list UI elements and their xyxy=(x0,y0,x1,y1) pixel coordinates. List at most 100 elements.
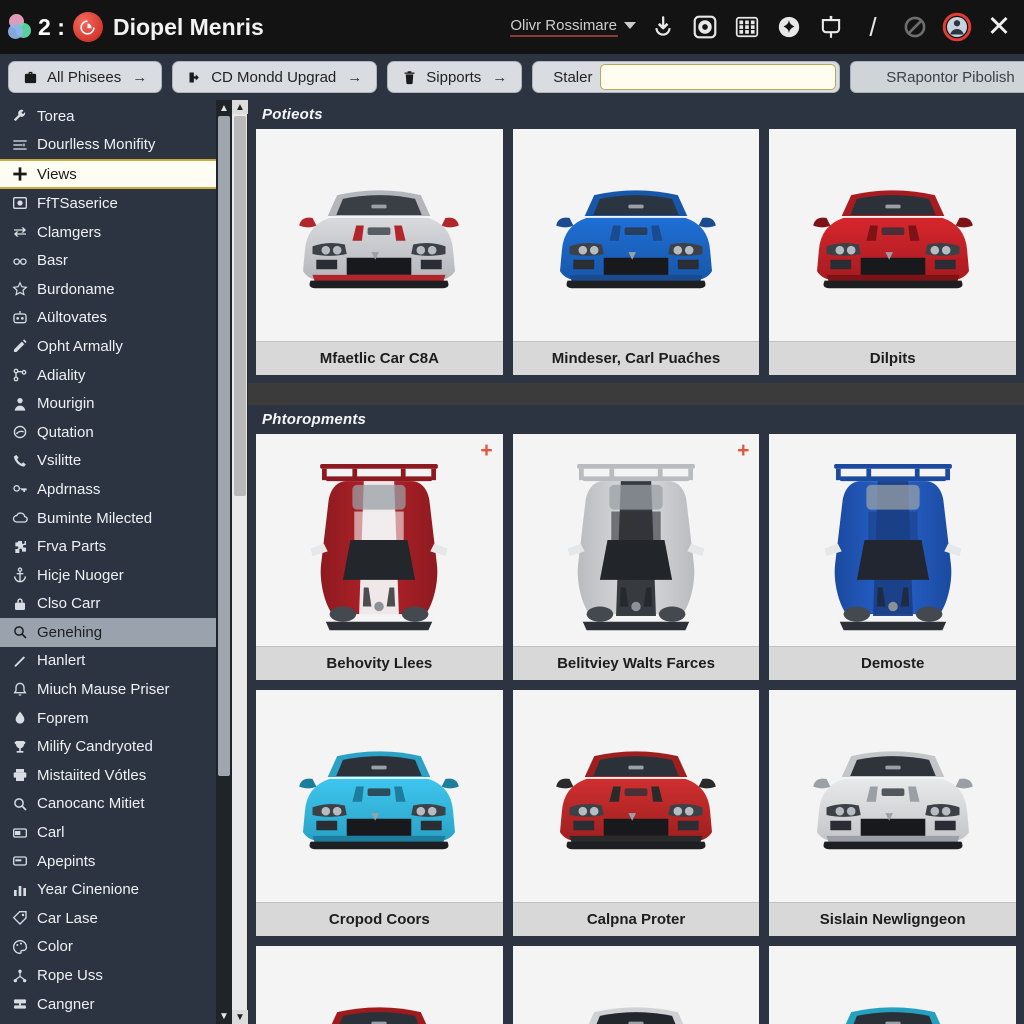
sidebar-item-torea[interactable]: Torea xyxy=(0,102,232,131)
sidebar-item-carl[interactable]: Carl xyxy=(0,818,232,847)
sidebar-item-label: Milify Candryoted xyxy=(37,738,153,756)
lamp-icon[interactable] xyxy=(816,12,846,42)
sidebar-item-label: Apepints xyxy=(37,852,96,870)
sidebar-item-genehing[interactable]: Genehing xyxy=(0,618,232,647)
sidebar-item-apepints[interactable]: Apepints xyxy=(0,847,232,876)
title-bar-right: Olivr Rossimare / ✕ xyxy=(510,12,1014,42)
window-body: Torea Dourlless Monifity Views FfTSaserice C… xyxy=(0,100,1024,1024)
account-menu[interactable]: Olivr Rossimare xyxy=(510,17,636,37)
arrow-right-icon: → xyxy=(347,68,363,86)
add-plus-icon[interactable]: + xyxy=(480,440,492,461)
card-grid: + Behovity Llees + Belitviey Walts Farce… xyxy=(248,434,1024,1024)
sidebar-item-hanlert[interactable]: Hanlert xyxy=(0,647,232,676)
chevron-down-icon[interactable]: ▼ xyxy=(216,1008,232,1024)
car-image xyxy=(541,701,731,891)
sidebar-item-frva-parts[interactable]: Frva Parts xyxy=(0,532,232,561)
sliders-icon xyxy=(11,137,28,153)
sidebar-item-mourigin[interactable]: Mourigin xyxy=(0,389,232,418)
sidebar-item-at-averon[interactable]: At Averon xyxy=(0,1018,232,1024)
disabled-circle-icon[interactable] xyxy=(900,12,930,42)
trophy-icon xyxy=(11,739,28,755)
sparkle-circle-icon[interactable] xyxy=(774,12,804,42)
sidebar-item-label: Car Lase xyxy=(37,909,98,927)
sidebar-item-car-lase[interactable]: Car Lase xyxy=(0,904,232,933)
car-card[interactable]: Sislain Newligngeon xyxy=(769,690,1016,936)
sidebar-item-cangner[interactable]: Cangner xyxy=(0,990,232,1019)
sidebar-item-buminte-milected[interactable]: Buminte Milected xyxy=(0,504,232,533)
camera-aperture-icon[interactable] xyxy=(690,12,720,42)
sidebar-item-label: Qutation xyxy=(37,423,94,441)
plus-icon xyxy=(11,166,28,182)
car-card[interactable] xyxy=(256,946,503,1024)
sidebar-item-label: Color xyxy=(37,938,73,956)
chevron-up-icon[interactable]: ▲ xyxy=(216,100,232,116)
card-thumbnail xyxy=(769,690,1016,902)
sidebar-item-label: Apdrnass xyxy=(37,480,101,498)
filter-label: Staler xyxy=(553,68,593,86)
sidebar-item-label: Opht Armally xyxy=(37,337,123,355)
card-icon xyxy=(11,825,28,841)
sidebar-item-opht-armally[interactable]: Opht Armally xyxy=(0,332,232,361)
sidebar-scrollbar[interactable]: ▲ ▼ xyxy=(216,100,232,1024)
card-thumbnail xyxy=(512,129,760,341)
sidebar-item-views[interactable]: Views xyxy=(0,159,232,190)
window-index: 2 xyxy=(38,13,52,40)
sidebar-item-adiality[interactable]: Adiality xyxy=(0,361,232,390)
sidebar-item-apdrnass[interactable]: Apdrnass xyxy=(0,475,232,504)
sidebar-item-dourlless-monifity[interactable]: Dourlless Monifity xyxy=(0,131,232,160)
car-card[interactable]: Demoste xyxy=(769,434,1016,680)
sidebar-item-mistaiited-v-tles[interactable]: Mistaiited Vótles xyxy=(0,761,232,790)
sidebar-item-milify-candryoted[interactable]: Milify Candryoted xyxy=(0,732,232,761)
scroll-down-arrow-icon[interactable]: ▼ xyxy=(232,1010,248,1024)
search-input[interactable] xyxy=(600,64,837,90)
card-caption: Sislain Newligngeon xyxy=(769,902,1016,936)
sidebar-item-rope-uss[interactable]: Rope Uss xyxy=(0,961,232,990)
car-card[interactable]: + Belitviey Walts Farces xyxy=(512,434,760,680)
car-image xyxy=(284,957,474,1024)
car-card[interactable] xyxy=(769,946,1016,1024)
car-card[interactable]: Mindeser, Carl Puaćhes xyxy=(512,129,760,375)
sidebar-item-a-ltovates[interactable]: Aültovates xyxy=(0,304,232,333)
toolbar-button-sipports[interactable]: Sipports → xyxy=(387,61,523,93)
publish-button[interactable]: SRapontor Pibolish xyxy=(850,61,1024,93)
car-card[interactable] xyxy=(512,946,760,1024)
car-card[interactable]: Cropod Coors xyxy=(256,690,503,936)
sidebar-item-clamgers[interactable]: Clamgers xyxy=(0,218,232,247)
power-download-icon[interactable] xyxy=(648,12,678,42)
car-card[interactable]: + Behovity Llees xyxy=(256,434,503,680)
sidebar-item-fftsaserice[interactable]: FfTSaserice xyxy=(0,189,232,218)
sidebar-item-hicje-nuoger[interactable]: Hicje Nuoger xyxy=(0,561,232,590)
card-thumbnail xyxy=(769,946,1016,1024)
toolbar-button-all-phisees[interactable]: All Phisees → xyxy=(8,61,163,93)
sidebar-item-basr[interactable]: Basr xyxy=(0,246,232,275)
car-card[interactable]: Calpna Proter xyxy=(512,690,760,936)
sidebar-item-clso-carr[interactable]: Clso Carr xyxy=(0,590,232,619)
alert-person-icon[interactable] xyxy=(942,12,972,42)
sidebar-item-canocanc-mitiet[interactable]: Canocanc Mitiet xyxy=(0,790,232,819)
grid-apps-icon[interactable] xyxy=(732,12,762,42)
glasses-icon xyxy=(11,253,28,269)
car-card[interactable]: Mfaetlic Car C8A xyxy=(256,129,503,375)
main-toolbar: All Phisees → CD Mondd Upgrad → Sipports… xyxy=(0,54,1024,103)
sidebar-item-label: FfTSaserice xyxy=(37,194,118,212)
content-scrollbar[interactable]: ▲ ▼ xyxy=(232,100,248,1024)
content-scroll-thumb[interactable] xyxy=(234,116,246,496)
scroll-up-arrow-icon[interactable]: ▲ xyxy=(232,100,248,114)
car-image xyxy=(284,140,474,330)
sidebar-item-miuch-mause-priser[interactable]: Miuch Mause Priser xyxy=(0,675,232,704)
sidebar-item-year-cinenione[interactable]: Year Cinenione xyxy=(0,875,232,904)
sidebar-item-foprem[interactable]: Foprem xyxy=(0,704,232,733)
sidebar-item-burdoname[interactable]: Burdoname xyxy=(0,275,232,304)
close-window-icon[interactable]: ✕ xyxy=(984,12,1014,42)
title-bar: 2 : Diopel Menris Olivr Rossimare / ✕ xyxy=(0,0,1024,54)
printer-icon xyxy=(11,767,28,783)
pen-icon xyxy=(11,653,28,669)
app-badge-icon xyxy=(72,12,103,42)
sidebar-item-color[interactable]: Color xyxy=(0,933,232,962)
car-card[interactable]: Dilpits xyxy=(769,129,1016,375)
toolbar-button-cd-mondd-upgrad[interactable]: CD Mondd Upgrad → xyxy=(172,61,378,93)
sidebar-scroll-thumb[interactable] xyxy=(218,116,230,776)
sidebar-item-vsilitte[interactable]: Vsilitte xyxy=(0,447,232,476)
sidebar-item-qutation[interactable]: Qutation xyxy=(0,418,232,447)
add-plus-icon[interactable]: + xyxy=(737,440,749,461)
